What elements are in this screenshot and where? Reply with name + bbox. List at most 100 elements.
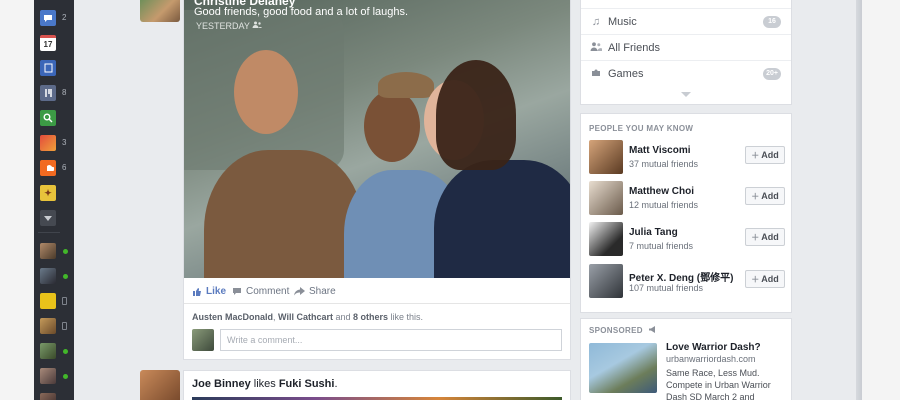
post-author-avatar[interactable] [140, 0, 180, 22]
friends-icon [589, 41, 603, 54]
liker-name[interactable]: Austen MacDonald [192, 312, 273, 322]
dock-divider [38, 232, 60, 233]
suggested-person: Julia Tang 7 mutual friends ＋ Add [589, 222, 785, 258]
outer-background-right [862, 0, 900, 400]
sponsored-label: SPONSORED [589, 326, 643, 335]
post2-verb: likes [250, 378, 279, 390]
chat-contact-avatar[interactable] [40, 268, 56, 284]
post-photo[interactable] [184, 0, 570, 278]
chat-contact-avatar[interactable] [40, 393, 56, 400]
ad-photo[interactable] [589, 343, 657, 393]
chat-contact-avatar[interactable] [40, 343, 56, 359]
add-label: Add [761, 274, 779, 284]
share-arrow-icon [294, 287, 305, 296]
nav-item-label: Music [608, 15, 637, 28]
comment-button[interactable]: Comment [232, 286, 289, 297]
add-friend-button[interactable]: ＋ Add [745, 228, 785, 246]
calendar-day: 17 [43, 40, 53, 49]
puzzle-app-icon[interactable]: ✦ [40, 185, 56, 201]
post2-end: . [334, 378, 338, 390]
online-indicator [63, 374, 68, 379]
add-friend-button[interactable]: ＋ Add [745, 270, 785, 288]
nav-item-music[interactable]: ♫ Music 16 [581, 8, 791, 34]
person-name[interactable]: Julia Tang [629, 227, 678, 238]
nav-badge: 16 [763, 16, 781, 28]
add-friend-icon: ＋ [751, 274, 760, 284]
left-dock: 2 17 8 3 6 ✦ [34, 0, 74, 400]
photo-face-middle [364, 90, 420, 162]
pymk-title: PEOPLE YOU MAY KNOW [589, 124, 694, 133]
online-indicator [63, 349, 68, 354]
online-indicator [63, 274, 68, 279]
person-name[interactable]: Matt Viscomi [629, 145, 691, 156]
mutual-friends[interactable]: 37 mutual friends [629, 159, 698, 169]
likes-others-link[interactable]: 8 others [353, 312, 388, 322]
music-note-icon: ♫ [591, 15, 601, 28]
photo-hair-right [436, 60, 516, 170]
nav-item-games[interactable]: Games 20+ [581, 60, 791, 86]
likes-separator: and [332, 312, 353, 322]
messages-icon[interactable] [40, 10, 56, 26]
person-photo[interactable] [589, 140, 623, 174]
suggested-person: Matt Viscomi 37 mutual friends ＋ Add [589, 140, 785, 176]
person-photo[interactable] [589, 264, 623, 298]
comment-input[interactable]: Write a comment... [220, 329, 562, 351]
current-user-avatar [192, 329, 214, 351]
mutual-friends[interactable]: 7 mutual friends [629, 241, 693, 251]
ad-url[interactable]: urbanwarriordash.com [666, 354, 756, 364]
messages-count: 2 [62, 13, 67, 22]
speech-bubble-icon [233, 288, 241, 295]
add-friend-button[interactable]: ＋ Add [745, 146, 785, 164]
games-count: 3 [62, 138, 67, 147]
friends-audience-icon [252, 21, 263, 31]
comment-label: Comment [246, 286, 290, 297]
add-friend-button[interactable]: ＋ Add [745, 187, 785, 205]
notes-icon[interactable] [40, 60, 56, 76]
person-name[interactable]: Peter X. Deng (鄧修平) [629, 269, 733, 284]
post-timestamp[interactable]: YESTERDAY [196, 21, 263, 31]
game-app-icon[interactable] [40, 135, 56, 151]
like-label: Like [206, 286, 227, 297]
news-app-icon[interactable] [40, 85, 56, 101]
chat-contact-avatar[interactable] [40, 293, 56, 309]
person-name[interactable]: Matthew Choi [629, 186, 694, 197]
news-count: 8 [62, 88, 67, 97]
soundcloud-icon[interactable] [40, 160, 56, 176]
mutual-friends[interactable]: 12 mutual friends [629, 200, 698, 210]
chat-contact-avatar[interactable] [40, 368, 56, 384]
likes-summary: Austen MacDonald, Will Cathcart and 8 ot… [192, 312, 423, 322]
add-label: Add [761, 150, 779, 160]
mutual-friends[interactable]: 107 mutual friends [629, 283, 703, 293]
nav-item-label: Games [608, 67, 644, 80]
people-you-may-know: PEOPLE YOU MAY KNOW Matt Viscomi 37 mutu… [580, 113, 792, 313]
post2-page[interactable]: Fuki Sushi [279, 378, 335, 390]
post-time-label: YESTERDAY [196, 21, 250, 31]
ad-title[interactable]: Love Warrior Dash? [666, 342, 761, 353]
post2-actor[interactable]: Joe Binney [192, 378, 251, 390]
feed-post-2: Joe Binney likes Fuki Sushi. [183, 370, 571, 400]
nav-item-label: All Friends [608, 41, 660, 54]
more-apps-icon[interactable] [40, 210, 56, 226]
nav-item-all-friends[interactable]: All Friends [581, 34, 791, 60]
person-photo[interactable] [589, 181, 623, 215]
calendar-icon[interactable]: 17 [40, 35, 56, 51]
add-friend-icon: ＋ [751, 150, 760, 160]
photo-face-left [234, 50, 298, 134]
sponsored-card: SPONSORED Love Warrior Dash? urbanwarrio… [580, 318, 792, 400]
chat-contact-avatar[interactable] [40, 318, 56, 334]
megaphone-icon [648, 326, 657, 335]
soundcloud-count: 6 [62, 163, 67, 172]
like-button[interactable]: Like [192, 286, 226, 297]
photo-person-left [204, 150, 364, 278]
expand-more-icon[interactable] [681, 92, 691, 97]
chat-contact-avatar[interactable] [40, 243, 56, 259]
post2-author-avatar[interactable] [140, 370, 180, 400]
search-app-icon[interactable] [40, 110, 56, 126]
person-photo[interactable] [589, 222, 623, 256]
suggested-person: Matthew Choi 12 mutual friends ＋ Add [589, 181, 785, 217]
right-nav-card: ♫ Music 16 All Friends Games 20+ [580, 0, 792, 105]
share-button[interactable]: Share [294, 286, 336, 297]
sponsored-title: SPONSORED [589, 326, 657, 335]
liker-name[interactable]: Will Cathcart [278, 312, 333, 322]
nav-badge: 20+ [763, 68, 781, 80]
